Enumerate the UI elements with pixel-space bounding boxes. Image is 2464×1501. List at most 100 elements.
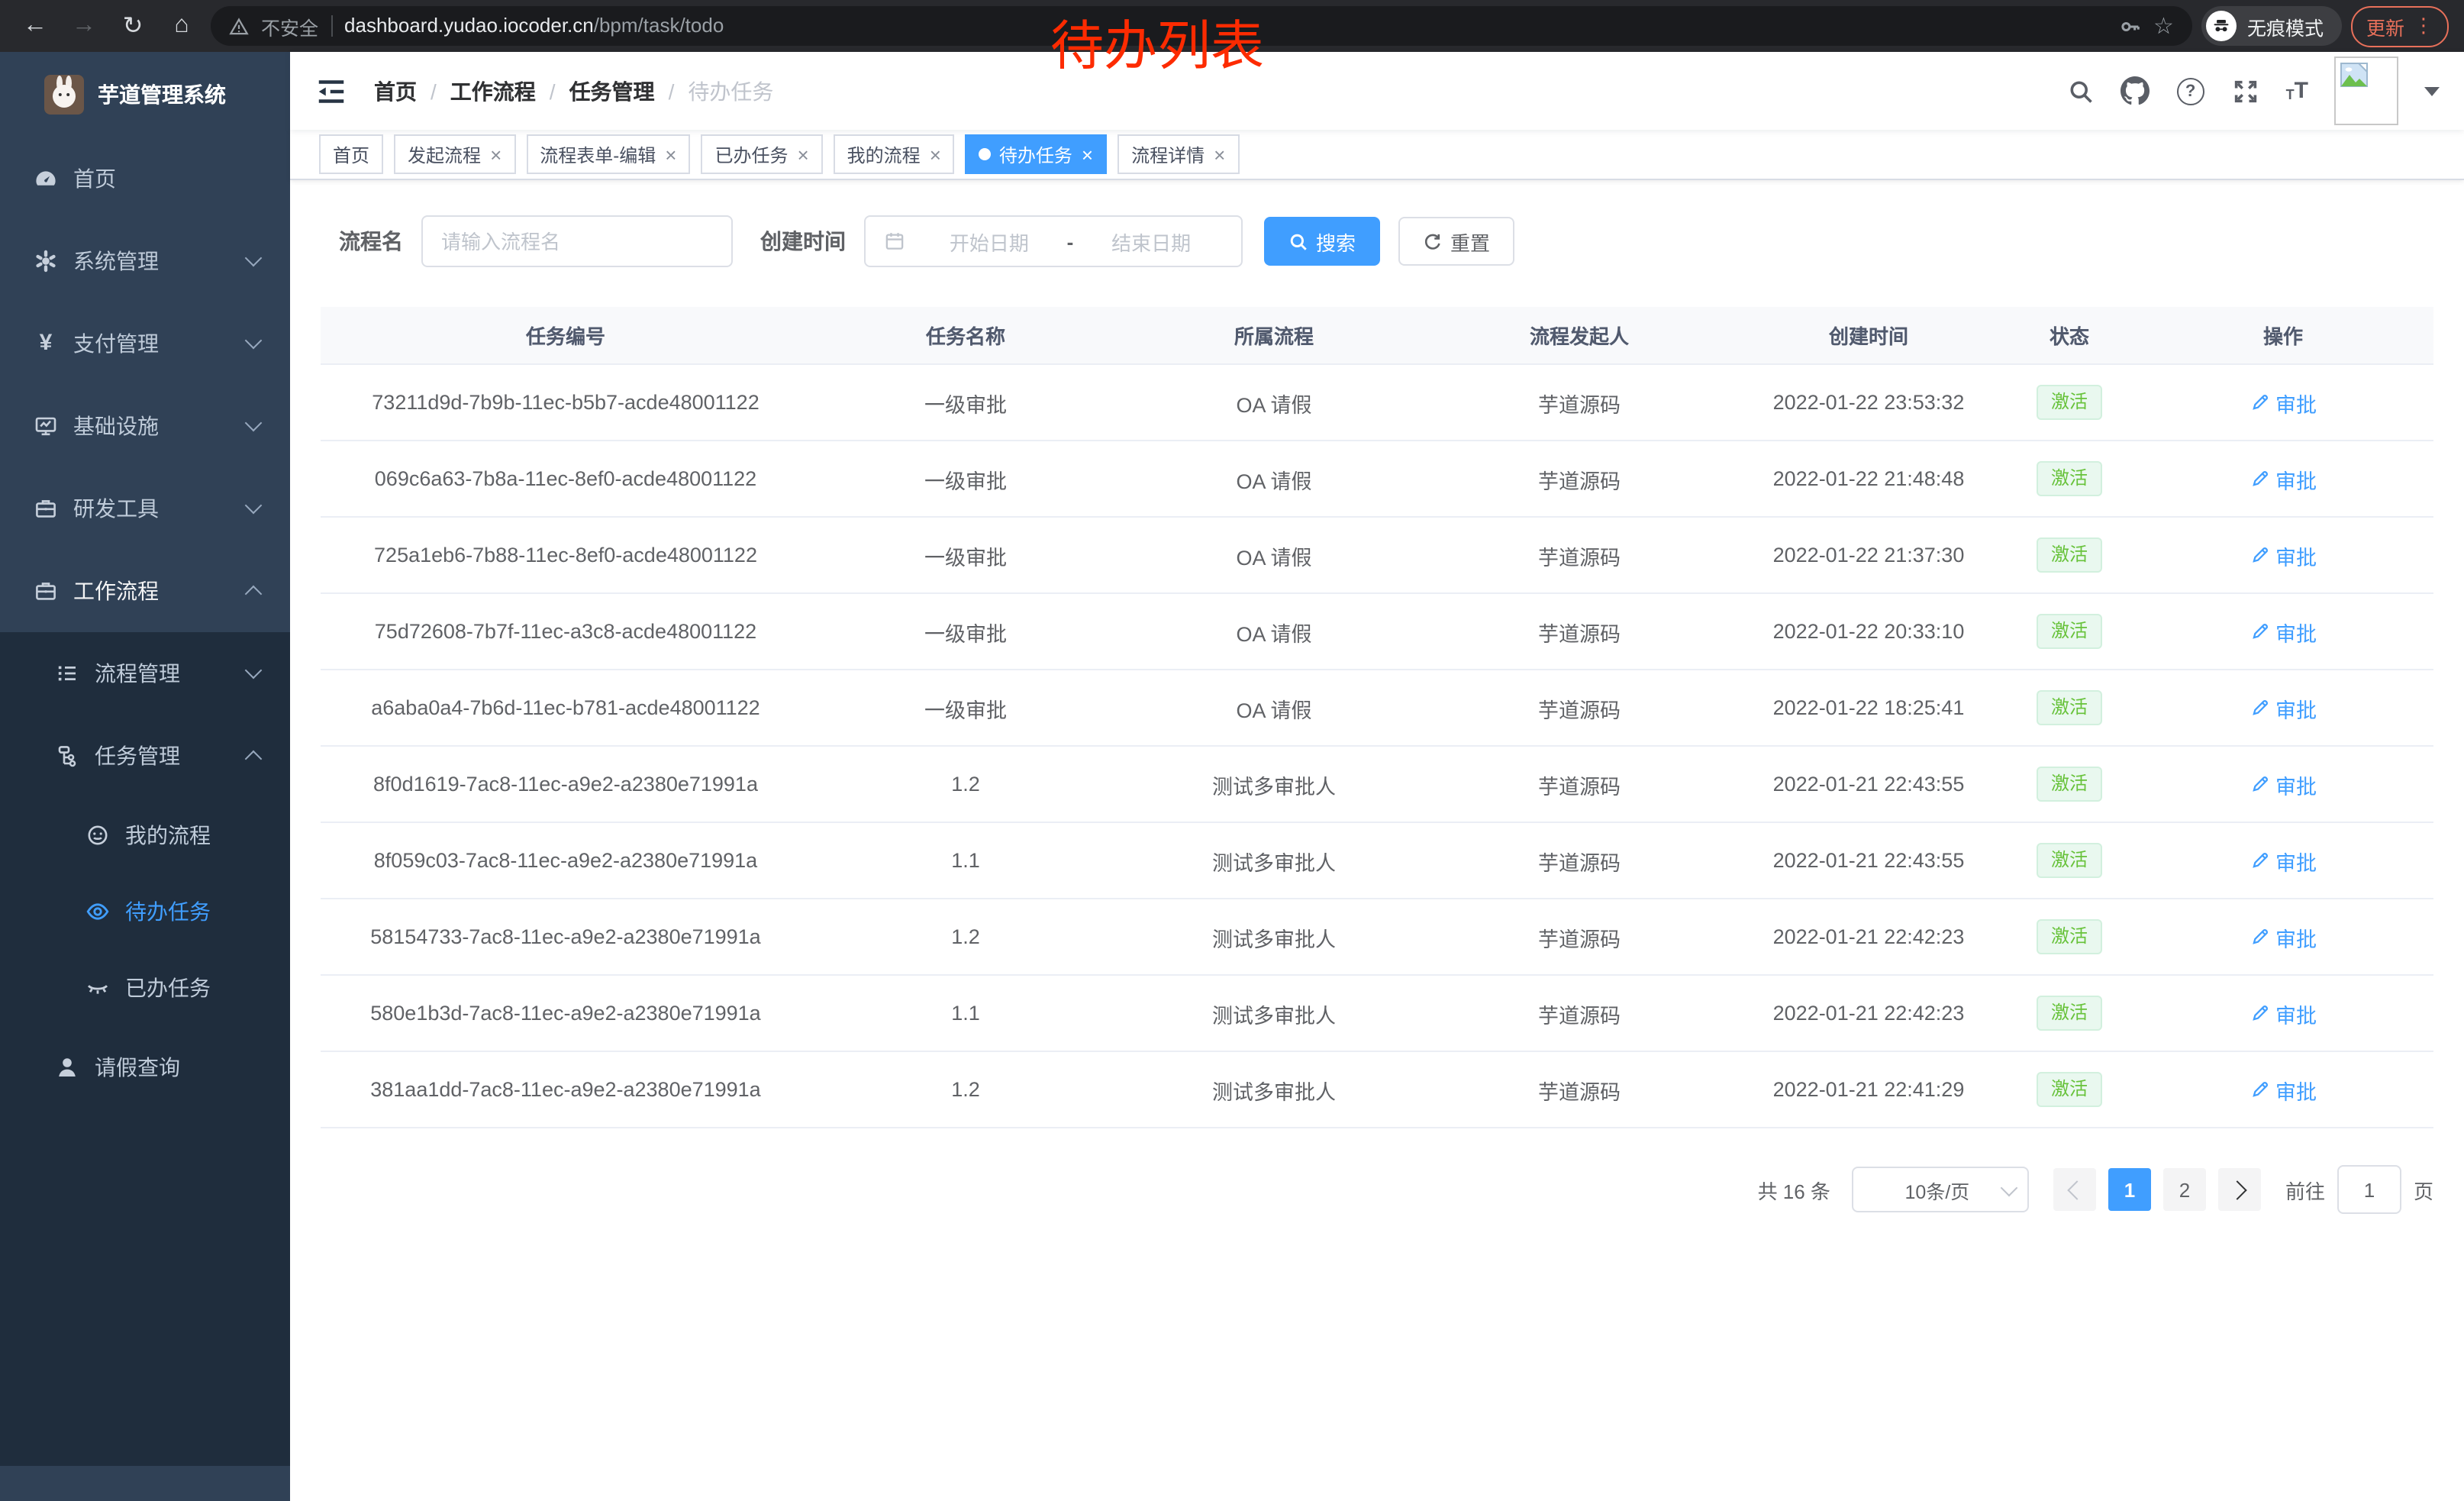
close-icon[interactable]: × xyxy=(1082,144,1093,164)
sidebar-item-done-tasks[interactable]: 已办任务 xyxy=(0,950,290,1026)
table-row[interactable]: 8f0d1619-7ac8-11ec-a9e2-a2380e71991a 1.2… xyxy=(321,746,2433,822)
edit-icon xyxy=(2250,621,2269,641)
dropdown-caret-icon[interactable] xyxy=(2424,86,2440,95)
approve-link[interactable]: 审批 xyxy=(2250,845,2317,876)
close-icon[interactable]: × xyxy=(930,144,941,164)
close-icon[interactable]: × xyxy=(1214,144,1225,164)
cell-task-id: 8f0d1619-7ac8-11ec-a9e2-a2380e71991a xyxy=(321,746,811,822)
table-row[interactable]: 75d72608-7b7f-11ec-a3c8-acde48001122 一级审… xyxy=(321,593,2433,670)
breadcrumb-workflow[interactable]: 工作流程 xyxy=(450,76,536,106)
browser-update-button[interactable]: 更新 ⋮ xyxy=(2351,5,2449,47)
sidebar-item-label: 研发工具 xyxy=(73,493,159,524)
process-name-input[interactable] xyxy=(438,228,716,254)
tab-done-tasks[interactable]: 已办任务× xyxy=(701,134,822,174)
breadcrumb-task-mgmt[interactable]: 任务管理 xyxy=(569,76,655,106)
sidebar-item-workflow[interactable]: 工作流程 xyxy=(0,550,290,632)
cell-task-id: 73211d9d-7b9b-11ec-b5b7-acde48001122 xyxy=(321,364,811,441)
chevron-down-icon xyxy=(245,332,263,350)
goto-page-input[interactable] xyxy=(2337,1165,2401,1214)
more-menu-icon[interactable]: ⋮ xyxy=(2414,14,2433,38)
table-row[interactable]: 069c6a63-7b8a-11ec-8ef0-acde48001122 一级审… xyxy=(321,441,2433,517)
date-range-picker[interactable]: 开始日期 - 结束日期 xyxy=(864,215,1243,267)
approve-link[interactable]: 审批 xyxy=(2250,998,2317,1028)
cell-starter: 芋道源码 xyxy=(1427,517,1731,593)
tab-home[interactable]: 首页 xyxy=(319,134,383,174)
table-row[interactable]: 58154733-7ac8-11ec-a9e2-a2380e71991a 1.2… xyxy=(321,899,2433,975)
sidebar-item-home[interactable]: 首页 xyxy=(0,137,290,220)
reset-button[interactable]: 重置 xyxy=(1398,217,1514,266)
back-icon[interactable]: ← xyxy=(15,6,55,46)
sidebar-item-label: 首页 xyxy=(73,163,116,194)
sidebar-item-process-mgmt[interactable]: 流程管理 xyxy=(0,632,290,715)
key-icon[interactable] xyxy=(2118,15,2141,37)
font-size-icon[interactable]: TT xyxy=(2286,79,2308,102)
tab-todo-tasks[interactable]: 待办任务× xyxy=(966,134,1107,174)
approve-link[interactable]: 审批 xyxy=(2250,387,2317,418)
status-badge: 激活 xyxy=(2037,386,2101,420)
github-icon[interactable] xyxy=(2121,76,2150,105)
tab-start-process[interactable]: 发起流程× xyxy=(394,134,515,174)
prev-page-button[interactable] xyxy=(2053,1168,2096,1211)
avatar[interactable] xyxy=(2334,56,2398,125)
sidebar-item-leave-query[interactable]: 请假查询 xyxy=(0,1026,290,1109)
dashboard-icon xyxy=(34,166,58,191)
sidebar-item-system[interactable]: 系统管理 xyxy=(0,220,290,302)
search-icon xyxy=(1288,231,1308,251)
fullscreen-icon[interactable] xyxy=(2231,76,2260,105)
approve-link[interactable]: 审批 xyxy=(2250,540,2317,570)
approve-link[interactable]: 审批 xyxy=(2250,692,2317,723)
collapse-sidebar-icon[interactable] xyxy=(316,76,347,106)
page-size-select[interactable]: 10条/页 xyxy=(1852,1167,2029,1212)
next-page-button[interactable] xyxy=(2218,1168,2261,1211)
close-icon[interactable]: × xyxy=(797,144,808,164)
help-icon[interactable]: ? xyxy=(2176,76,2205,105)
tab-my-process[interactable]: 我的流程× xyxy=(834,134,955,174)
tab-process-detail[interactable]: 流程详情× xyxy=(1118,134,1239,174)
chevron-down-icon xyxy=(245,662,263,679)
close-icon[interactable]: × xyxy=(490,144,502,164)
cell-task-id: 58154733-7ac8-11ec-a9e2-a2380e71991a xyxy=(321,899,811,975)
approve-link[interactable]: 审批 xyxy=(2250,769,2317,799)
search-icon[interactable] xyxy=(2066,76,2095,105)
flow-list-icon xyxy=(55,661,79,686)
sidebar-item-label: 流程管理 xyxy=(95,658,180,689)
cell-status: 激活 xyxy=(2006,746,2133,822)
approve-link[interactable]: 审批 xyxy=(2250,1074,2317,1105)
table-row[interactable]: 381aa1dd-7ac8-11ec-a9e2-a2380e71991a 1.2… xyxy=(321,1051,2433,1128)
page-button-1[interactable]: 1 xyxy=(2108,1168,2151,1211)
tab-form-edit[interactable]: 流程表单-编辑× xyxy=(526,134,690,174)
table-row[interactable]: a6aba0a4-7b6d-11ec-b781-acde48001122 一级审… xyxy=(321,670,2433,746)
table-row[interactable]: 73211d9d-7b9b-11ec-b5b7-acde48001122 一级审… xyxy=(321,364,2433,441)
cell-task-id: 725a1eb6-7b88-11ec-8ef0-acde48001122 xyxy=(321,517,811,593)
breadcrumb-home[interactable]: 首页 xyxy=(374,76,417,106)
sidebar-item-my-process[interactable]: 我的流程 xyxy=(0,797,290,873)
page-button-2[interactable]: 2 xyxy=(2163,1168,2206,1211)
approve-link[interactable]: 审批 xyxy=(2250,616,2317,647)
sidebar-item-todo-tasks[interactable]: 待办任务 xyxy=(0,873,290,950)
approve-link[interactable]: 审批 xyxy=(2250,463,2317,494)
cell-create-time: 2022-01-22 21:48:48 xyxy=(1731,441,2006,517)
search-button[interactable]: 搜索 xyxy=(1264,217,1380,266)
logo-row[interactable]: 芋道管理系统 xyxy=(0,52,290,137)
sidebar-item-payment[interactable]: ¥ 支付管理 xyxy=(0,302,290,385)
table-row[interactable]: 725a1eb6-7b88-11ec-8ef0-acde48001122 一级审… xyxy=(321,517,2433,593)
refresh-icon xyxy=(1423,231,1443,251)
cell-starter: 芋道源码 xyxy=(1427,670,1731,746)
sidebar-item-infra[interactable]: 基础设施 xyxy=(0,385,290,467)
star-icon[interactable]: ☆ xyxy=(2153,15,2174,37)
app-title: 芋道管理系统 xyxy=(98,79,226,110)
reload-icon[interactable]: ↻ xyxy=(113,6,153,46)
incognito-icon xyxy=(2206,11,2237,41)
approve-link[interactable]: 审批 xyxy=(2250,922,2317,952)
close-icon[interactable]: × xyxy=(665,144,676,164)
browser-toolbar: ← → ↻ ⌂ 不安全 dashboard.yudao.iocoder.cn/b… xyxy=(0,0,2464,52)
sidebar-item-task-mgmt[interactable]: 任务管理 xyxy=(0,715,290,797)
cell-task-name: 一级审批 xyxy=(811,517,1121,593)
table-row[interactable]: 8f059c03-7ac8-11ec-a9e2-a2380e71991a 1.1… xyxy=(321,822,2433,899)
sidebar-item-devtools[interactable]: 研发工具 xyxy=(0,467,290,550)
url-bar[interactable]: 不安全 dashboard.yudao.iocoder.cn/bpm/task/… xyxy=(211,6,2192,46)
table-row[interactable]: 580e1b3d-7ac8-11ec-a9e2-a2380e71991a 1.1… xyxy=(321,975,2433,1051)
cell-task-name: 1.2 xyxy=(811,746,1121,822)
home-icon[interactable]: ⌂ xyxy=(162,6,202,46)
cell-status: 激活 xyxy=(2006,1051,2133,1128)
